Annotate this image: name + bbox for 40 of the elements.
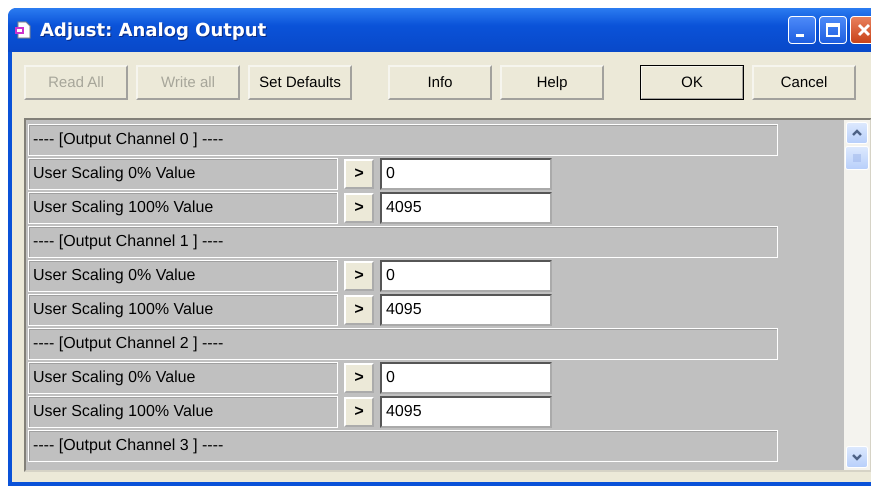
maximize-button[interactable] (819, 16, 847, 44)
parameter-label: User Scaling 0% Value (28, 158, 338, 190)
channel-header: ---- [Output Channel 3 ] ---- (28, 430, 778, 462)
close-button[interactable] (850, 16, 871, 44)
value-field[interactable]: 0 (380, 362, 552, 394)
channel-header: ---- [Output Channel 0 ] ---- (28, 124, 778, 156)
apply-button[interactable]: > (344, 193, 374, 223)
document-icon (14, 21, 32, 39)
value-field[interactable]: 4095 (380, 192, 552, 224)
chevron-up-icon (851, 128, 863, 138)
value-field[interactable]: 4095 (380, 294, 552, 326)
scroll-up-button[interactable] (846, 122, 868, 144)
apply-button[interactable]: > (344, 159, 374, 189)
chevron-down-icon (851, 452, 863, 462)
parameter-label: User Scaling 0% Value (28, 260, 338, 292)
value-field[interactable]: 4095 (380, 396, 552, 428)
apply-button[interactable]: > (344, 295, 374, 325)
parameter-label: User Scaling 0% Value (28, 362, 338, 394)
scroll-thumb[interactable] (845, 146, 869, 170)
value-field[interactable]: 0 (380, 260, 552, 292)
parameter-label: User Scaling 100% Value (28, 192, 338, 224)
window-title: Adjust: Analog Output (40, 20, 266, 40)
channel-header: ---- [Output Channel 2 ] ---- (28, 328, 778, 360)
minimize-button[interactable] (788, 16, 816, 44)
toolbar-button[interactable]: Set Defaults (248, 65, 352, 100)
minimize-icon (796, 34, 804, 36)
apply-button[interactable]: > (344, 363, 374, 393)
channel-header: ---- [Output Channel 1 ] ---- (28, 226, 778, 258)
toolbar-button[interactable]: Info (388, 65, 492, 100)
scroll-down-button[interactable] (846, 446, 868, 468)
toolbar-button[interactable]: OK (640, 65, 744, 100)
scrollbar[interactable] (844, 120, 870, 470)
value-field[interactable]: 0 (380, 158, 552, 190)
grip-icon (852, 153, 862, 163)
apply-button[interactable]: > (344, 261, 374, 291)
toolbar-button[interactable]: Help (500, 65, 604, 100)
parameter-label: User Scaling 100% Value (28, 396, 338, 428)
apply-button[interactable]: > (344, 397, 374, 427)
parameter-label: User Scaling 100% Value (28, 294, 338, 326)
toolbar-button[interactable]: Cancel (752, 65, 856, 100)
